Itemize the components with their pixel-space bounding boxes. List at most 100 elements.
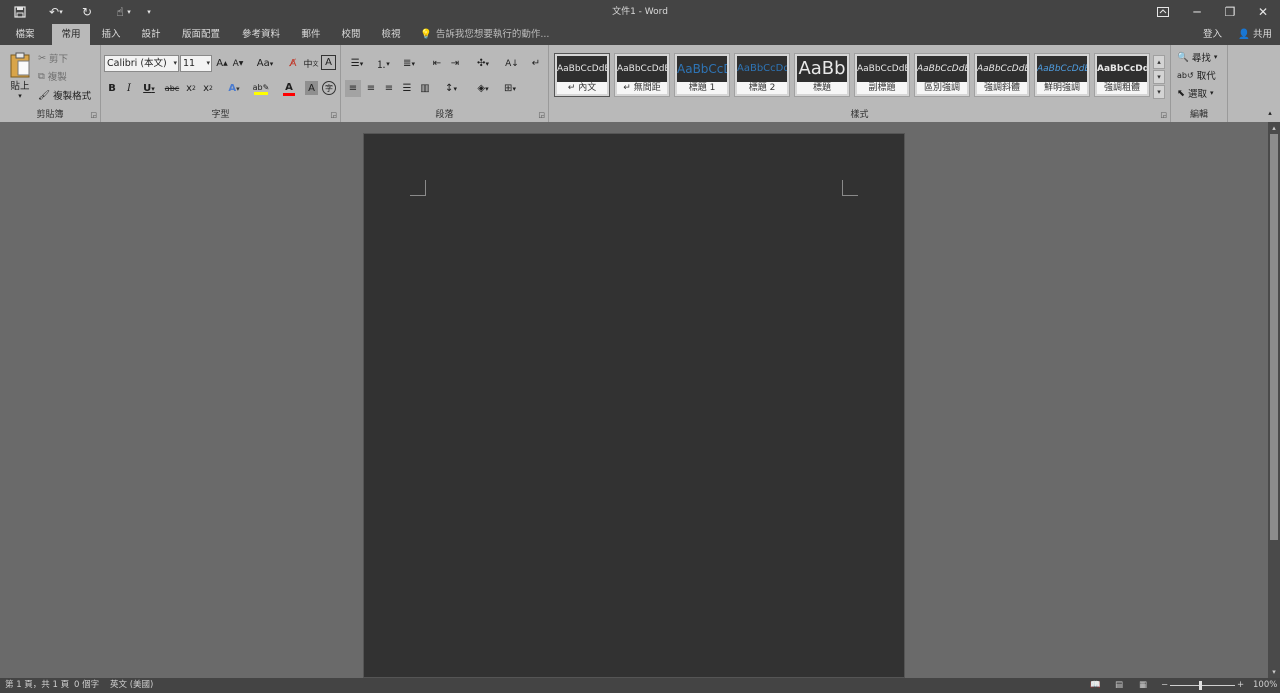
scroll-up-icon[interactable]: ▴: [1268, 122, 1280, 134]
italic-button[interactable]: I: [122, 80, 136, 97]
zoom-out-icon[interactable]: −: [1161, 678, 1168, 693]
superscript-button[interactable]: x2: [201, 80, 215, 97]
gallery-scroll-up-icon[interactable]: ▴: [1153, 55, 1165, 69]
sort-icon[interactable]: A↓: [504, 55, 520, 72]
language-indicator[interactable]: 英文 (美國): [110, 678, 153, 693]
word-count[interactable]: 0 個字: [74, 678, 99, 693]
distributed-icon[interactable]: ▥: [417, 80, 433, 97]
decrease-indent-icon[interactable]: ⇤: [429, 55, 445, 72]
font-size-combo[interactable]: 11 ▾: [180, 55, 212, 72]
styles-launcher-icon[interactable]: ◲: [1160, 111, 1167, 119]
find-dropdown-icon[interactable]: ▾: [1214, 53, 1218, 61]
style-tile-subtle-emphasis[interactable]: AaBbCcDdEe 區別強調: [914, 53, 970, 97]
phonetic-guide-icon[interactable]: 中文: [303, 55, 319, 72]
style-tile-title[interactable]: AaBb 標題: [794, 53, 850, 97]
copy-button[interactable]: ⧉ 複製: [38, 69, 67, 84]
highlight-color-button[interactable]: ab✎: [249, 80, 273, 97]
align-left-icon[interactable]: ≡: [345, 80, 361, 97]
cut-button[interactable]: ✂ 剪下: [38, 51, 68, 66]
tab-design[interactable]: 設計: [132, 24, 170, 45]
restore-button[interactable]: ❐: [1213, 0, 1247, 24]
minimize-button[interactable]: ─: [1180, 0, 1214, 24]
justify-icon[interactable]: ☰: [399, 80, 415, 97]
clear-formatting-icon[interactable]: A̸: [285, 55, 301, 72]
vertical-scrollbar[interactable]: ▴ ▾: [1268, 122, 1280, 678]
save-icon[interactable]: [8, 0, 32, 24]
select-button[interactable]: ⬉ 選取 ▾: [1177, 86, 1214, 101]
tab-mailings[interactable]: 郵件: [292, 24, 330, 45]
find-button[interactable]: 🔍 尋找 ▾: [1177, 50, 1218, 65]
style-tile-emphasis[interactable]: AaBbCcDdEe 強調斜體: [974, 53, 1030, 97]
enclose-characters-icon[interactable]: 字: [322, 81, 336, 95]
zoom-slider[interactable]: [1170, 685, 1235, 686]
customize-qat-icon[interactable]: ▾: [142, 0, 156, 24]
collapse-ribbon-icon[interactable]: ▴: [1264, 107, 1276, 119]
tell-me-box[interactable]: 💡 告訴我您想要執行的動作...: [420, 24, 549, 45]
ribbon-display-options-icon[interactable]: [1146, 0, 1180, 24]
tab-home[interactable]: 常用: [52, 24, 90, 45]
font-color-button[interactable]: A: [277, 80, 301, 97]
select-dropdown-icon[interactable]: ▾: [1210, 89, 1214, 97]
numbering-icon[interactable]: ⒈ ▾: [371, 55, 395, 72]
style-tile-intense-emphasis[interactable]: AaBbCcDdEe 鮮明強調: [1034, 53, 1090, 97]
style-tile-heading-1[interactable]: AaBbCcD 標題 1: [674, 53, 730, 97]
zoom-slider-knob[interactable]: [1199, 681, 1202, 690]
print-layout-icon[interactable]: ▤: [1115, 678, 1123, 693]
bold-button[interactable]: B: [105, 80, 119, 97]
grow-font-icon[interactable]: A ▲: [215, 55, 229, 72]
borders-icon[interactable]: ⊞ ▾: [498, 80, 522, 97]
underline-button[interactable]: U ▾: [139, 80, 159, 97]
zoom-level[interactable]: 100%: [1253, 678, 1277, 693]
font-launcher-icon[interactable]: ◲: [330, 111, 337, 119]
character-shading-icon[interactable]: A: [305, 81, 318, 95]
subscript-button[interactable]: x2: [184, 80, 198, 97]
character-border-icon[interactable]: A: [321, 55, 336, 70]
change-case-button[interactable]: Aa ▾: [253, 55, 277, 72]
undo-dropdown-icon[interactable]: ▾: [56, 0, 66, 24]
tab-review[interactable]: 校閱: [332, 24, 370, 45]
share-button[interactable]: 👤 共用: [1238, 24, 1272, 45]
document-page[interactable]: [363, 133, 905, 678]
shrink-font-icon[interactable]: A ▼: [231, 55, 245, 72]
text-effects-button[interactable]: A ▾: [223, 80, 245, 97]
paste-button[interactable]: 貼上 ▾: [6, 50, 34, 102]
close-button[interactable]: ✕: [1246, 0, 1280, 24]
style-tile-normal[interactable]: AaBbCcDdEe ↵ 內文: [554, 53, 610, 97]
touch-dropdown-icon[interactable]: ▾: [124, 0, 134, 24]
tab-file[interactable]: 檔案: [6, 24, 44, 45]
shading-icon[interactable]: ◈ ▾: [471, 80, 495, 97]
paragraph-launcher-icon[interactable]: ◲: [538, 111, 545, 119]
replace-button[interactable]: ab↺ 取代: [1177, 68, 1216, 83]
font-size-dropdown-icon[interactable]: ▾: [206, 56, 210, 71]
web-layout-icon[interactable]: ▦: [1139, 678, 1147, 693]
tab-layout[interactable]: 版面配置: [172, 24, 230, 45]
align-right-icon[interactable]: ≡: [381, 80, 397, 97]
format-painter-button[interactable]: 🖌 複製格式: [38, 88, 91, 103]
style-tile-heading-2[interactable]: AaBbCcDdI 標題 2: [734, 53, 790, 97]
bullets-icon[interactable]: ☰ ▾: [345, 55, 369, 72]
asian-layout-icon[interactable]: ✣ ▾: [471, 55, 495, 72]
tab-view[interactable]: 檢視: [372, 24, 410, 45]
gallery-more-icon[interactable]: ▾: [1153, 85, 1165, 99]
font-name-combo[interactable]: Calibri (本文) ▾: [104, 55, 179, 72]
tab-references[interactable]: 參考資料: [232, 24, 290, 45]
read-mode-icon[interactable]: 📖: [1090, 678, 1101, 693]
zoom-in-icon[interactable]: +: [1237, 678, 1244, 693]
strikethrough-button[interactable]: abc: [163, 80, 181, 97]
style-tile-subtitle[interactable]: AaBbCcDdE 副標題: [854, 53, 910, 97]
align-center-icon[interactable]: ≡: [363, 80, 379, 97]
clipboard-launcher-icon[interactable]: ◲: [90, 111, 97, 119]
tab-insert[interactable]: 插入: [92, 24, 130, 45]
multilevel-list-icon[interactable]: ≣ ▾: [397, 55, 421, 72]
paste-dropdown-icon[interactable]: ▾: [18, 92, 22, 100]
style-tile-strong[interactable]: AaBbCcDdEe 強調粗體: [1094, 53, 1150, 97]
scrollbar-thumb[interactable]: [1270, 134, 1278, 540]
font-name-dropdown-icon[interactable]: ▾: [173, 56, 177, 71]
line-spacing-icon[interactable]: ↕ ▾: [439, 80, 463, 97]
increase-indent-icon[interactable]: ⇥: [447, 55, 463, 72]
scroll-down-icon[interactable]: ▾: [1268, 666, 1280, 678]
show-paragraph-marks-icon[interactable]: ↵: [529, 55, 543, 72]
page-count[interactable]: 第 1 頁，共 1 頁: [5, 678, 69, 693]
redo-icon[interactable]: ↻: [75, 0, 99, 24]
style-tile-no-spacing[interactable]: AaBbCcDdEe ↵ 無間距: [614, 53, 670, 97]
